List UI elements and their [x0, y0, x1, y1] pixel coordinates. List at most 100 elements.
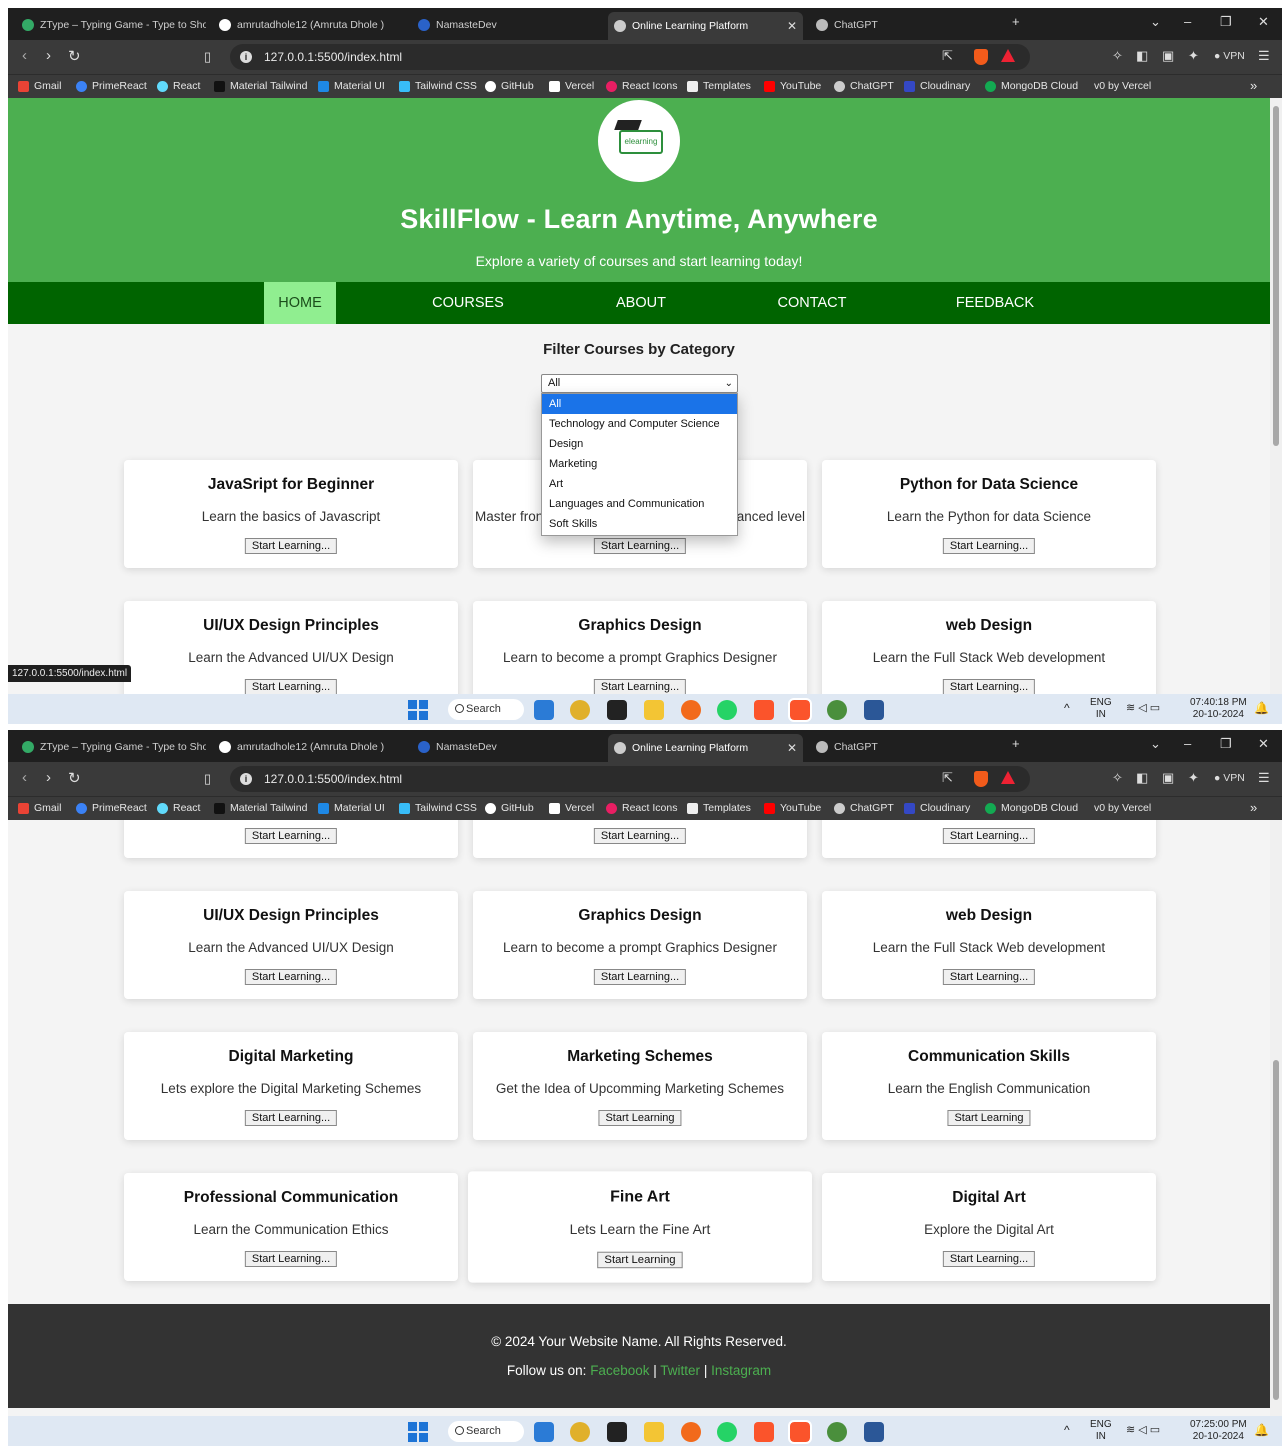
address-bar[interactable]: i 127.0.0.1:5500/index.html	[230, 44, 1030, 70]
brave-icon[interactable]	[754, 700, 774, 720]
bookmark-tailwind[interactable]: Tailwind CSS	[399, 802, 477, 814]
minimize-icon[interactable]: –	[1184, 14, 1191, 34]
whatsapp-icon[interactable]	[717, 700, 737, 720]
bookmark-tailwind[interactable]: Tailwind CSS	[399, 80, 477, 92]
bookmark-material-tailwind[interactable]: Material Tailwind	[214, 80, 307, 92]
sidebar-icon[interactable]: ◧	[1136, 770, 1148, 786]
info-icon[interactable]: i	[240, 51, 252, 63]
start-learning-button[interactable]: Start Learning...	[244, 538, 338, 554]
nav-about[interactable]: ABOUT	[591, 282, 691, 324]
brave-shield-icon[interactable]	[974, 49, 988, 65]
bookmark-v0[interactable]: v0 by Vercel	[1094, 80, 1151, 92]
bookmark-react[interactable]: React	[157, 80, 200, 92]
tab-ztype[interactable]: ZType – Typing Game - Type to Sho	[16, 14, 206, 36]
category-select[interactable]: All ⌄	[541, 374, 738, 393]
maximize-icon[interactable]: ❐	[1220, 736, 1232, 756]
wallet-icon[interactable]: ▣	[1162, 770, 1174, 786]
close-icon[interactable]: ✕	[787, 19, 797, 33]
vscode-icon[interactable]	[534, 700, 554, 720]
taskbar-search[interactable]: Search	[448, 1421, 524, 1442]
file-explorer-icon[interactable]	[644, 700, 664, 720]
bookmark-v0[interactable]: v0 by Vercel	[1094, 802, 1151, 814]
bookmark-gmail[interactable]: Gmail	[18, 80, 61, 92]
tab-online-learning[interactable]: Online Learning Platform ✕	[608, 12, 803, 40]
bookmark-vercel[interactable]: Vercel	[549, 80, 594, 92]
bookmark-react[interactable]: React	[157, 802, 200, 814]
nav-feedback[interactable]: FEEDBACK	[945, 282, 1045, 324]
start-learning-button[interactable]: Start Learning...	[244, 969, 338, 985]
tab-github[interactable]: amrutadhole12 (Amruta Dhole )	[213, 14, 403, 36]
notification-icon[interactable]: 🔔	[1254, 702, 1269, 714]
new-tab-button[interactable]: +	[1012, 14, 1020, 34]
start-learning-button[interactable]: Start Learning...	[593, 538, 687, 554]
extensions-icon[interactable]: ✧	[1112, 48, 1123, 64]
maximize-icon[interactable]: ❐	[1220, 14, 1232, 34]
leo-icon[interactable]: ✦	[1188, 48, 1199, 64]
reload-icon[interactable]: ↻	[68, 47, 81, 65]
forward-icon[interactable]: ›	[46, 47, 51, 64]
bookmark-icon[interactable]: ▯	[204, 771, 211, 787]
chevron-down-icon[interactable]: ⌄	[1150, 14, 1161, 34]
terminal-icon[interactable]	[607, 1422, 627, 1442]
bookmark-cloudinary[interactable]: Cloudinary	[904, 802, 970, 814]
bookmark-material-ui[interactable]: Material UI	[318, 802, 385, 814]
window-close-icon[interactable]: ✕	[1258, 14, 1269, 34]
option-marketing[interactable]: Marketing	[542, 454, 737, 474]
start-learning-button[interactable]: Start Learning	[947, 1110, 1031, 1126]
bookmark-material-ui[interactable]: Material UI	[318, 80, 385, 92]
start-learning-button[interactable]: Start Learning...	[942, 1251, 1036, 1267]
start-learning-button[interactable]: Start Learning...	[593, 828, 687, 844]
chrome-canary-icon[interactable]	[827, 1422, 847, 1442]
notification-icon[interactable]: 🔔	[1254, 1424, 1269, 1436]
sidebar-icon[interactable]: ◧	[1136, 48, 1148, 64]
extensions-icon[interactable]: ✧	[1112, 770, 1123, 786]
postman-icon[interactable]	[681, 700, 701, 720]
start-learning-button[interactable]: Start Learning...	[244, 1251, 338, 1267]
brave-rewards-icon[interactable]	[1001, 49, 1015, 62]
bookmark-mongodb[interactable]: MongoDB Cloud	[985, 80, 1078, 92]
start-learning-button[interactable]: Start Learning...	[942, 969, 1036, 985]
option-design[interactable]: Design	[542, 434, 737, 454]
tab-namastedev[interactable]: NamasteDev	[412, 736, 602, 758]
address-bar[interactable]: i 127.0.0.1:5500/index.html	[230, 766, 1030, 792]
bookmark-github[interactable]: GitHub	[485, 80, 534, 92]
start-learning-button[interactable]: Start Learning...	[244, 679, 338, 694]
chrome-icon[interactable]	[570, 700, 590, 720]
wifi-icon[interactable]: ≋ ◁ ▭	[1126, 1424, 1160, 1436]
chrome-canary-icon[interactable]	[827, 700, 847, 720]
tab-chatgpt[interactable]: ChatGPT	[810, 14, 1000, 36]
reload-icon[interactable]: ↻	[68, 769, 81, 787]
nav-courses[interactable]: COURSES	[418, 282, 518, 324]
menu-icon[interactable]: ☰	[1258, 770, 1270, 786]
start-learning-button[interactable]: Start Learning...	[942, 828, 1036, 844]
info-icon[interactable]: i	[240, 773, 252, 785]
bookmark-github[interactable]: GitHub	[485, 802, 534, 814]
back-icon[interactable]: ‹	[22, 47, 27, 64]
bookmark-gmail[interactable]: Gmail	[18, 802, 61, 814]
bookmark-react-icons[interactable]: React Icons	[606, 80, 677, 92]
page-scrollbar[interactable]	[1270, 98, 1282, 694]
terminal-icon[interactable]	[607, 700, 627, 720]
facebook-link[interactable]: Facebook	[590, 1363, 649, 1378]
option-art[interactable]: Art	[542, 474, 737, 494]
bookmark-chatgpt[interactable]: ChatGPT	[834, 802, 894, 814]
language-indicator[interactable]: ENG IN	[1090, 697, 1112, 721]
twitter-link[interactable]: Twitter	[660, 1363, 700, 1378]
scrollbar-thumb[interactable]	[1273, 1060, 1279, 1400]
start-learning-button[interactable]: Start Learning	[598, 1110, 682, 1126]
back-icon[interactable]: ‹	[22, 769, 27, 786]
taskbar-search[interactable]: Search	[448, 699, 524, 720]
chevron-down-icon[interactable]: ⌄	[1150, 736, 1161, 756]
share-icon[interactable]: ⇱	[942, 770, 953, 786]
nav-home[interactable]: HOME	[264, 282, 336, 324]
bookmark-youtube[interactable]: YouTube	[764, 802, 821, 814]
bookmark-icon[interactable]: ▯	[204, 49, 211, 65]
wifi-icon[interactable]: ≋ ◁ ▭	[1126, 702, 1160, 714]
more-bookmarks-button[interactable]: »	[1250, 78, 1257, 93]
close-icon[interactable]: ✕	[787, 741, 797, 755]
tab-namastedev[interactable]: NamasteDev	[412, 14, 602, 36]
brave-shield-icon[interactable]	[974, 771, 988, 787]
postman-icon[interactable]	[681, 1422, 701, 1442]
word-icon[interactable]	[864, 700, 884, 720]
vscode-icon[interactable]	[534, 1422, 554, 1442]
